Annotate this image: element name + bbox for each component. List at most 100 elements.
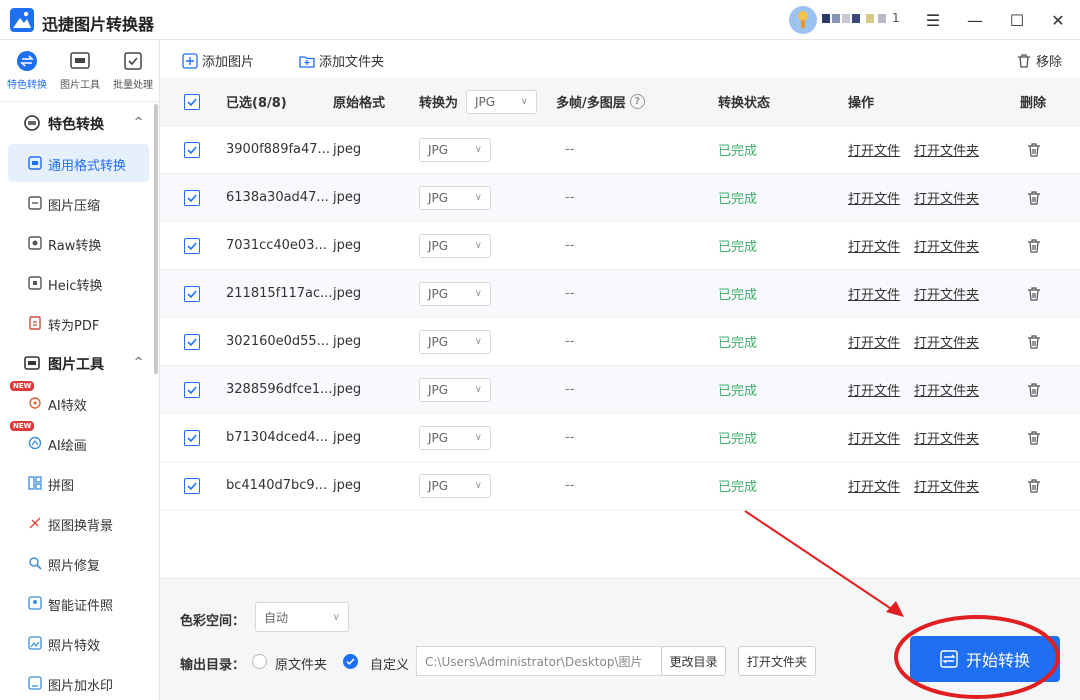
- row-checkbox[interactable]: [184, 462, 200, 509]
- output-path-input[interactable]: C:\Users\Administrator\Desktop\图片: [416, 646, 662, 676]
- row-checkbox[interactable]: [184, 414, 200, 461]
- table-row: 3288596dfce1... jpeg JPG ∨ -- 已完成 打开文件 打开…: [160, 366, 1080, 414]
- delete-row-button[interactable]: [1026, 174, 1042, 221]
- tab-batch-process[interactable]: 批量处理: [108, 50, 158, 91]
- delete-row-button[interactable]: [1026, 126, 1042, 173]
- target-format-value: JPG: [428, 478, 449, 493]
- add-folder-icon: [299, 53, 315, 69]
- target-format-select[interactable]: JPG ∨: [419, 425, 491, 450]
- target-format-select[interactable]: JPG ∨: [419, 281, 491, 306]
- add-image-button[interactable]: 添加图片: [182, 51, 254, 70]
- table-row: 302160e0d55... jpeg JPG ∨ -- 已完成 打开文件 打开文…: [160, 318, 1080, 366]
- row-checkbox[interactable]: [184, 222, 200, 269]
- open-file-link[interactable]: 打开文件: [848, 270, 900, 317]
- close-icon: ✕: [1051, 10, 1065, 30]
- minimize-button[interactable]: —: [963, 8, 987, 32]
- row-checkbox[interactable]: [184, 270, 200, 317]
- target-format-select[interactable]: JPG ∨: [419, 377, 491, 402]
- target-format-select[interactable]: JPG ∨: [419, 329, 491, 354]
- open-folder-link[interactable]: 打开文件夹: [914, 318, 979, 365]
- sidebar-item-heic[interactable]: Heic转换: [8, 264, 149, 302]
- row-checkbox[interactable]: [184, 126, 200, 173]
- open-output-folder-button[interactable]: 打开文件夹: [738, 646, 816, 676]
- trash-icon: [1028, 142, 1040, 157]
- title-bar: 迅捷图片转换器 1 ☰ — ☐ ✕: [0, 0, 1080, 40]
- open-folder-link[interactable]: 打开文件夹: [914, 414, 979, 461]
- file-format: jpeg: [333, 142, 362, 157]
- select-all-checkbox[interactable]: [184, 78, 200, 125]
- sidebar-section-image-tool[interactable]: 图片工具 ^: [0, 346, 156, 380]
- open-folder-link[interactable]: 打开文件夹: [914, 366, 979, 413]
- open-folder-link[interactable]: 打开文件夹: [914, 270, 979, 317]
- open-file-link[interactable]: 打开文件: [848, 414, 900, 461]
- start-convert-button[interactable]: 开始转换: [910, 636, 1060, 682]
- open-folder-link[interactable]: 打开文件夹: [914, 462, 979, 509]
- delete-row-button[interactable]: [1026, 414, 1042, 461]
- sidebar-item-watermark[interactable]: 图片加水印: [8, 664, 149, 700]
- open-folder-link[interactable]: 打开文件夹: [914, 222, 979, 269]
- sidebar-item-pdf[interactable]: 转为PDF: [8, 304, 149, 342]
- target-format-select[interactable]: JPG ∨: [419, 137, 491, 162]
- target-format-select[interactable]: JPG ∨: [419, 473, 491, 498]
- target-format-select[interactable]: JPG ∨: [419, 233, 491, 258]
- sidebar-item-cutout[interactable]: 抠图换背景: [8, 504, 149, 542]
- tab-image-tool[interactable]: 图片工具: [55, 50, 105, 91]
- tab-label: 特色转换: [7, 80, 47, 91]
- close-button[interactable]: ✕: [1046, 8, 1070, 32]
- sidebar-item-raw[interactable]: Raw转换: [8, 224, 149, 262]
- compress-icon: [28, 196, 42, 210]
- top-tab-bar: 特色转换 图片工具 批量处理: [0, 40, 160, 102]
- open-file-link[interactable]: 打开文件: [848, 366, 900, 413]
- sidebar-item-id-photo[interactable]: 智能证件照: [8, 584, 149, 622]
- sidebar-item-collage[interactable]: 拼图: [8, 464, 149, 502]
- new-badge: NEW: [10, 421, 35, 431]
- sidebar-section-feature-convert[interactable]: 特色转换 ^: [0, 106, 156, 140]
- delete-row-button[interactable]: [1026, 222, 1042, 269]
- sidebar-item-photo-effect[interactable]: 照片特效: [8, 624, 149, 662]
- sidebar-item-repair[interactable]: 照片修复: [8, 544, 149, 582]
- color-space-select[interactable]: 自动 ∨: [255, 602, 349, 632]
- checkbox-checked-icon: [184, 285, 200, 302]
- open-file-link[interactable]: 打开文件: [848, 174, 900, 221]
- trash-icon: [1028, 478, 1040, 493]
- row-checkbox[interactable]: [184, 318, 200, 365]
- target-format-select[interactable]: JPG ∨: [419, 185, 491, 210]
- checkbox-checked-icon: [184, 93, 200, 110]
- remove-button[interactable]: 移除: [1016, 51, 1062, 70]
- menu-button[interactable]: ☰: [921, 8, 945, 32]
- radio-custom-folder[interactable]: [343, 654, 358, 669]
- open-folder-link[interactable]: 打开文件夹: [914, 126, 979, 173]
- help-icon[interactable]: ?: [629, 94, 645, 109]
- open-file-link[interactable]: 打开文件: [848, 462, 900, 509]
- row-checkbox[interactable]: [184, 174, 200, 221]
- tab-feature-convert[interactable]: 特色转换: [2, 50, 52, 91]
- sidebar-item-ai-paint[interactable]: NEW AI绘画: [8, 421, 149, 462]
- target-format-value: JPG: [428, 190, 449, 205]
- change-dir-button[interactable]: 更改目录: [661, 646, 726, 676]
- radio-original-folder[interactable]: [252, 654, 267, 669]
- open-file-link[interactable]: 打开文件: [848, 126, 900, 173]
- section-title: 图片工具: [48, 357, 104, 373]
- file-name: b71304dced4...: [226, 430, 328, 445]
- sidebar-scrollbar[interactable]: [154, 104, 158, 374]
- delete-row-button[interactable]: [1026, 366, 1042, 413]
- delete-row-button[interactable]: [1026, 270, 1042, 317]
- open-folder-link[interactable]: 打开文件夹: [914, 174, 979, 221]
- target-format-value: JPG: [428, 334, 449, 349]
- delete-row-button[interactable]: [1026, 462, 1042, 509]
- table-row: 7031cc40e03... jpeg JPG ∨ -- 已完成 打开文件 打开文…: [160, 222, 1080, 270]
- multiframe-value: --: [565, 190, 575, 205]
- open-file-link[interactable]: 打开文件: [848, 318, 900, 365]
- open-file-link[interactable]: 打开文件: [848, 222, 900, 269]
- delete-row-button[interactable]: [1026, 318, 1042, 365]
- username-label[interactable]: 1: [822, 11, 902, 25]
- multiframe-value: --: [565, 430, 575, 445]
- maximize-button[interactable]: ☐: [1005, 8, 1029, 32]
- add-folder-button[interactable]: 添加文件夹: [299, 51, 384, 70]
- sidebar-item-ai-effect[interactable]: NEW AI特效: [8, 381, 149, 422]
- convert-all-select[interactable]: JPG ∨: [466, 89, 537, 114]
- avatar[interactable]: [789, 6, 817, 34]
- sidebar-item-compress[interactable]: 图片压缩: [8, 184, 149, 222]
- sidebar-item-format-convert[interactable]: 通用格式转换: [8, 144, 149, 182]
- row-checkbox[interactable]: [184, 366, 200, 413]
